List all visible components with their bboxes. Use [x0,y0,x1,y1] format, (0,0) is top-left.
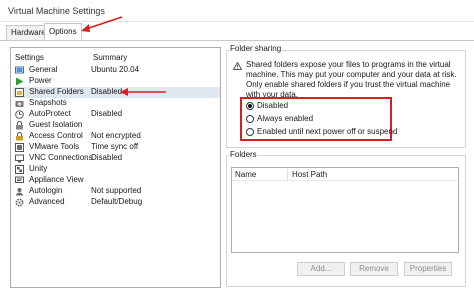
radio-button[interactable] [246,115,254,123]
settings-item-summary: Time sync off [91,142,139,151]
settings-item-appliance-view[interactable]: Appliance View [13,175,220,186]
advanced-icon [15,198,24,207]
radio-label: Enabled until next power off or suspend [257,127,398,136]
settings-item-general[interactable]: General Ubuntu 20.04 [13,65,220,76]
settings-item-snapshots[interactable]: Snapshots [13,98,220,109]
folder-sharing-warning: Shared folders expose your files to prog… [246,60,457,99]
autologin-icon [16,188,23,196]
settings-item-guest-isolation[interactable]: Guest Isolation [13,120,220,131]
properties-button[interactable]: Properties [404,262,452,276]
settings-item-summary: Not encrypted [91,131,141,140]
warning-icon [233,62,242,70]
folders-label: Folders [229,150,258,159]
title-bar: Virtual Machine Settings [0,0,474,22]
settings-item-vmware-tools[interactable]: VMware Tools Time sync off [13,142,220,153]
settings-item-unity[interactable]: Unity [13,164,220,175]
radio-button-selected[interactable] [246,102,254,110]
folders-table-header: Name Host Path [232,168,458,181]
autoprotect-icon [15,110,24,119]
general-icon [15,66,24,74]
remove-button[interactable]: Remove [350,262,398,276]
column-header-name[interactable]: Name [235,170,256,179]
settings-item-name: Guest Isolation [29,120,83,129]
vmware-tools-icon [15,143,24,152]
settings-item-summary: Disabled [91,153,123,162]
folders-table[interactable]: Name Host Path [231,167,459,253]
shared-folders-icon [15,88,24,97]
radio-label: Always enabled [257,114,314,123]
unity-icon [15,165,24,174]
annotation-arrow-options [81,16,123,32]
radio-label: Disabled [257,101,289,110]
settings-item-summary: Ubuntu 20.04 [91,65,140,74]
settings-item-name: Access Control [29,131,83,140]
settings-item-advanced[interactable]: Advanced Default/Debug [13,197,220,208]
tab-options[interactable]: Options [44,23,82,41]
settings-item-name: VNC Connections [29,153,93,162]
settings-item-name: Unity [29,164,48,173]
settings-list: Settings Summary General Ubuntu 20.04 Po… [10,47,221,288]
vnc-icon [15,154,24,163]
radio-button[interactable] [246,128,254,136]
settings-item-summary: Disabled [91,109,123,118]
settings-item-name: Advanced [29,197,65,206]
settings-column-header: Settings [15,53,44,62]
summary-column-header: Summary [93,53,128,62]
settings-item-vnc-connections[interactable]: VNC Connections Disabled [13,153,220,164]
settings-item-autologin[interactable]: Autologin Not supported [13,186,220,197]
tab-strip: Hardware Options [0,22,474,41]
settings-item-name: Power [29,76,52,85]
settings-item-name: Shared Folders [29,87,84,96]
guest-isolation-icon [16,121,23,130]
settings-item-summary: Default/Debug [91,197,143,206]
appliance-view-icon [15,176,24,183]
settings-item-name: Autologin [29,186,63,195]
settings-item-name: AutoProtect [29,109,71,118]
add-button[interactable]: Add... [297,262,345,276]
settings-item-name: Appliance View [29,175,84,184]
column-separator[interactable] [287,169,288,180]
settings-item-name: Snapshots [29,98,67,107]
settings-item-autoprotect[interactable]: AutoProtect Disabled [13,109,220,120]
settings-item-power[interactable]: Power [13,76,220,87]
snapshots-icon [15,101,24,107]
folder-sharing-label: Folder sharing [229,44,283,53]
tab-divider [0,40,474,41]
power-icon [16,77,24,86]
settings-list-header: Settings Summary [15,53,220,65]
annotation-arrow-shared-folders [120,88,166,96]
settings-item-shared-folders[interactable]: Shared Folders Disabled [13,87,220,98]
settings-item-access-control[interactable]: Access Control Not encrypted [13,131,220,142]
settings-item-summary: Not supported [91,186,142,195]
access-control-icon [16,132,23,141]
column-header-host-path[interactable]: Host Path [292,170,327,179]
settings-item-name: General [29,65,58,74]
settings-item-name: VMware Tools [29,142,80,151]
